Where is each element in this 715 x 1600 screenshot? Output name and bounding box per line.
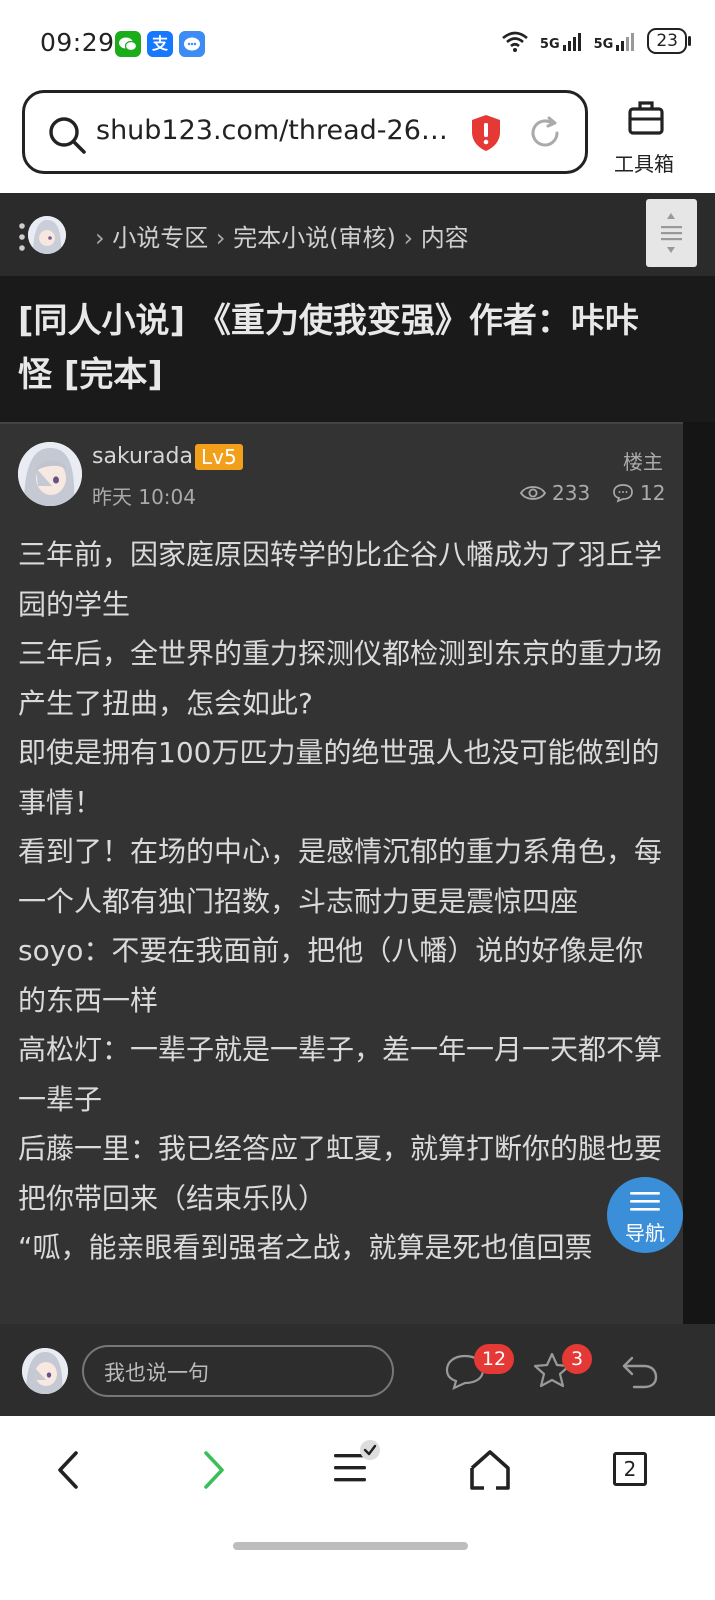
post-body: 三年前，因家庭原因转学的比企谷八幡成为了羽丘学园的学生 三年后，全世界的重力探测…	[18, 530, 668, 1322]
post-paragraph: “呱，能亲眼看到强者之战，就算是死也值回票	[18, 1231, 593, 1264]
breadcrumb-item[interactable]: 完本小说(审核)	[233, 224, 396, 252]
signal-icon	[562, 33, 581, 51]
search-icon	[49, 117, 86, 154]
url-text[interactable]: shub123.com/thread-26…	[96, 115, 448, 146]
eye-icon	[520, 486, 546, 500]
breadcrumb-item: 内容	[420, 224, 469, 252]
network-type-2: 5G	[593, 37, 614, 52]
nav-button-label: 导航	[625, 1221, 665, 1245]
avatar[interactable]	[28, 216, 66, 254]
post-paragraph: 看到了！在场的中心，是感情沉郁的重力系角色，每一个人都有独门招数，斗志耐力更是震…	[18, 835, 663, 918]
nav-button[interactable]: 导航	[607, 1177, 683, 1253]
back-reply-icon[interactable]	[620, 1354, 660, 1390]
replies-count: 12	[640, 481, 666, 505]
message-icon	[179, 31, 205, 57]
author-name[interactable]: sakurada	[92, 444, 193, 469]
network-type-1: 5G	[539, 37, 560, 52]
post-time: 昨天 10:04	[92, 485, 196, 509]
security-shield-icon[interactable]	[469, 113, 503, 153]
status-indicators: 5G 5G 23	[500, 28, 691, 54]
views-stat: 233	[520, 481, 590, 505]
toolbox-icon[interactable]	[626, 98, 666, 138]
views-count: 233	[552, 481, 591, 505]
forward-arrow-icon[interactable]	[196, 1450, 230, 1490]
favorite-count-badge: 3	[562, 1344, 592, 1374]
breadcrumb-item[interactable]: 小说专区	[112, 224, 208, 252]
post-paragraph: 三年后，全世界的重力探测仪都检测到东京的重力场产生了扭曲，怎会如此?	[18, 637, 663, 720]
alipay-icon: 支	[147, 31, 173, 57]
side-rail	[683, 422, 715, 1324]
wifi-icon	[502, 31, 528, 52]
comment-count-badge: 12	[474, 1344, 514, 1374]
comment-icon	[613, 484, 633, 503]
status-time: 09:29	[40, 28, 115, 57]
scroll-handle[interactable]	[646, 199, 697, 267]
toolbox-label[interactable]: 工具箱	[614, 148, 674, 177]
signal-icon	[616, 33, 635, 51]
thread-title: [同人小说] 《重力使我变强》作者：咔咔怪 [完本]	[18, 301, 639, 395]
level-badge: Lv5	[195, 444, 243, 470]
more-dots-icon[interactable]	[18, 222, 26, 252]
refresh-icon[interactable]	[527, 115, 563, 151]
tab-switcher[interactable]: 2	[613, 1452, 647, 1486]
author-avatar[interactable]	[18, 442, 82, 506]
op-label: 楼主	[623, 450, 663, 474]
wechat-icon	[115, 31, 141, 57]
reply-placeholder[interactable]: 我也说一句	[104, 1357, 209, 1387]
menu-list-icon[interactable]	[330, 1440, 384, 1492]
replies-stat: 12	[612, 481, 665, 505]
post-paragraph: 三年前，因家庭原因转学的比企谷八幡成为了羽丘学园的学生	[18, 538, 663, 621]
home-indicator[interactable]	[233, 1542, 468, 1550]
home-icon[interactable]	[468, 1448, 512, 1492]
post-paragraph: soyo：不要在我面前，把他（八幡）说的好像是你的东西一样	[18, 934, 644, 1017]
breadcrumb-trail: › 小说专区 › 完本小说(审核) › 内容	[95, 224, 469, 252]
post-paragraph: 即使是拥有100万匹力量的绝世强人也没可能做到的事情！	[18, 736, 660, 819]
battery-indicator: 23	[647, 28, 691, 54]
post-paragraph: 后藤一里：我已经答应了虹夏，就算打断你的腿也要把你带回来（结束乐队）	[18, 1132, 663, 1215]
menu-icon	[630, 1192, 660, 1211]
my-avatar[interactable]	[22, 1348, 68, 1394]
post-paragraph: 高松灯：一辈子就是一辈子，差一年一月一天都不算一辈子	[18, 1033, 663, 1116]
back-arrow-icon[interactable]	[52, 1450, 86, 1490]
